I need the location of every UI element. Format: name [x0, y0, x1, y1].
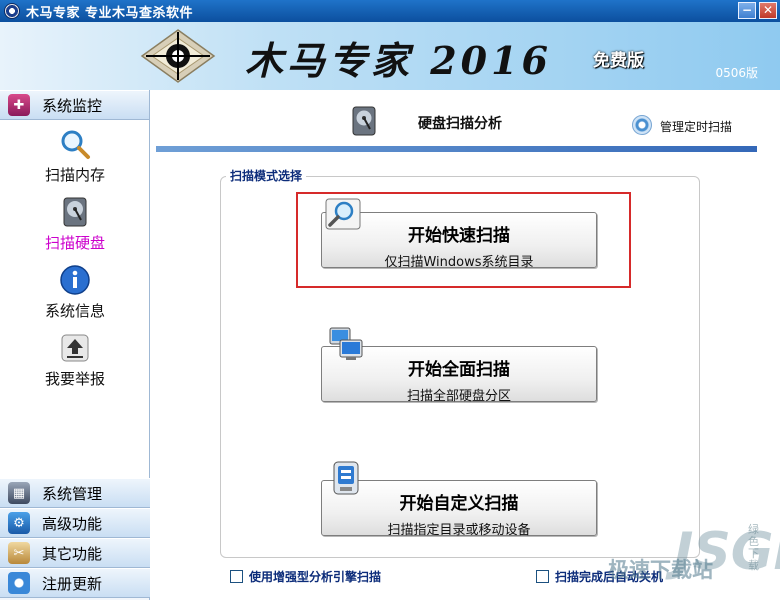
register-update-icon — [8, 572, 30, 594]
manage-schedule-link[interactable]: 管理定时扫描 — [660, 118, 732, 135]
sidebar-item-report[interactable]: 我要举报 — [0, 332, 150, 389]
auto-shutdown-checkbox[interactable] — [536, 570, 549, 583]
sidebar-item-label: 系统信息 — [44, 302, 105, 320]
schedule-clock-icon[interactable] — [632, 115, 652, 135]
close-button[interactable]: ✕ — [759, 2, 777, 19]
sidebar-section-tools[interactable]: ✂ 其它功能 — [0, 538, 150, 568]
banner: 木马专家 2016 免费版 0506版 — [0, 22, 780, 90]
usb-device-icon — [333, 461, 359, 495]
hard-disk-icon — [63, 197, 87, 227]
sidebar-section-label: 系统管理 — [42, 484, 103, 503]
app-logo-icon — [4, 3, 20, 19]
sidebar-item-label: 扫描硬盘 — [44, 234, 105, 252]
scan-mode-group-label: 扫描模式选择 — [226, 167, 307, 184]
quick-scan-highlight — [296, 192, 631, 288]
sidebar-item-label: 我要举报 — [44, 370, 105, 388]
option-label: 使用增强型分析引擎扫描 — [249, 570, 382, 584]
version-label: 0506版 — [715, 66, 758, 80]
advanced-icon: ⚙ — [8, 512, 30, 534]
main-panel: 硬盘扫描分析 管理定时扫描 扫描模式选择 开始快速扫描 仅扫描Windows系统… — [156, 90, 780, 600]
sidebar-section-advanced[interactable]: ⚙ 高级功能 — [0, 508, 150, 538]
header-divider — [156, 146, 757, 152]
sidebar: ✚ 系统监控 扫描内存 扫描硬盘 系统信息 我要举报 ▦ 系统管理 ⚙ 高级功能… — [0, 90, 150, 600]
system-manage-icon: ▦ — [8, 482, 30, 504]
hard-disk-icon — [352, 106, 376, 136]
magnifier-icon — [61, 130, 90, 159]
sidebar-section-register[interactable]: 注册更新 — [0, 568, 150, 598]
sidebar-item-scan-memory[interactable]: 扫描内存 — [0, 128, 150, 185]
main-header: 硬盘扫描分析 管理定时扫描 — [156, 90, 780, 152]
minimize-button[interactable]: − — [738, 2, 756, 19]
sidebar-section-label: 系统监控 — [42, 96, 103, 115]
window-title: 木马专家 专业木马查杀软件 — [26, 5, 194, 21]
sidebar-section-system-manage[interactable]: ▦ 系统管理 — [0, 478, 150, 508]
option-label: 扫描完成后自动关机 — [555, 570, 664, 584]
button-subtitle: 扫描指定目录或移动设备 — [387, 523, 531, 538]
enhanced-engine-checkbox[interactable] — [230, 570, 243, 583]
enhanced-engine-option[interactable]: 使用增强型分析引擎扫描 — [230, 568, 381, 585]
sidebar-section-label: 高级功能 — [42, 514, 103, 533]
banner-title: 木马专家 2016 — [245, 38, 552, 83]
sidebar-section-label: 其它功能 — [42, 544, 103, 563]
page-title: 硬盘扫描分析 — [418, 116, 502, 132]
sidebar-item-scan-disk[interactable]: 扫描硬盘 — [0, 196, 150, 253]
computer-network-icon — [329, 327, 363, 360]
button-subtitle: 扫描全部硬盘分区 — [406, 389, 511, 404]
info-icon — [60, 265, 90, 295]
window-title-bar[interactable]: 木马专家 专业木马查杀软件 − ✕ — [0, 0, 780, 22]
sidebar-item-system-info[interactable]: 系统信息 — [0, 264, 150, 321]
shield-plus-icon: ✚ — [8, 94, 30, 116]
sidebar-section-monitor[interactable]: ✚ 系统监控 — [0, 90, 149, 120]
sidebar-item-label: 扫描内存 — [44, 166, 105, 184]
auto-shutdown-option[interactable]: 扫描完成后自动关机 — [536, 568, 663, 585]
tools-icon: ✂ — [8, 542, 30, 564]
crosshair-logo-icon — [140, 29, 216, 83]
edition-badge: 免费版 — [593, 51, 644, 71]
upload-report-icon — [61, 334, 89, 362]
sidebar-monitor-panel: 扫描内存 扫描硬盘 系统信息 我要举报 — [0, 120, 149, 480]
sidebar-section-label: 注册更新 — [42, 574, 103, 593]
